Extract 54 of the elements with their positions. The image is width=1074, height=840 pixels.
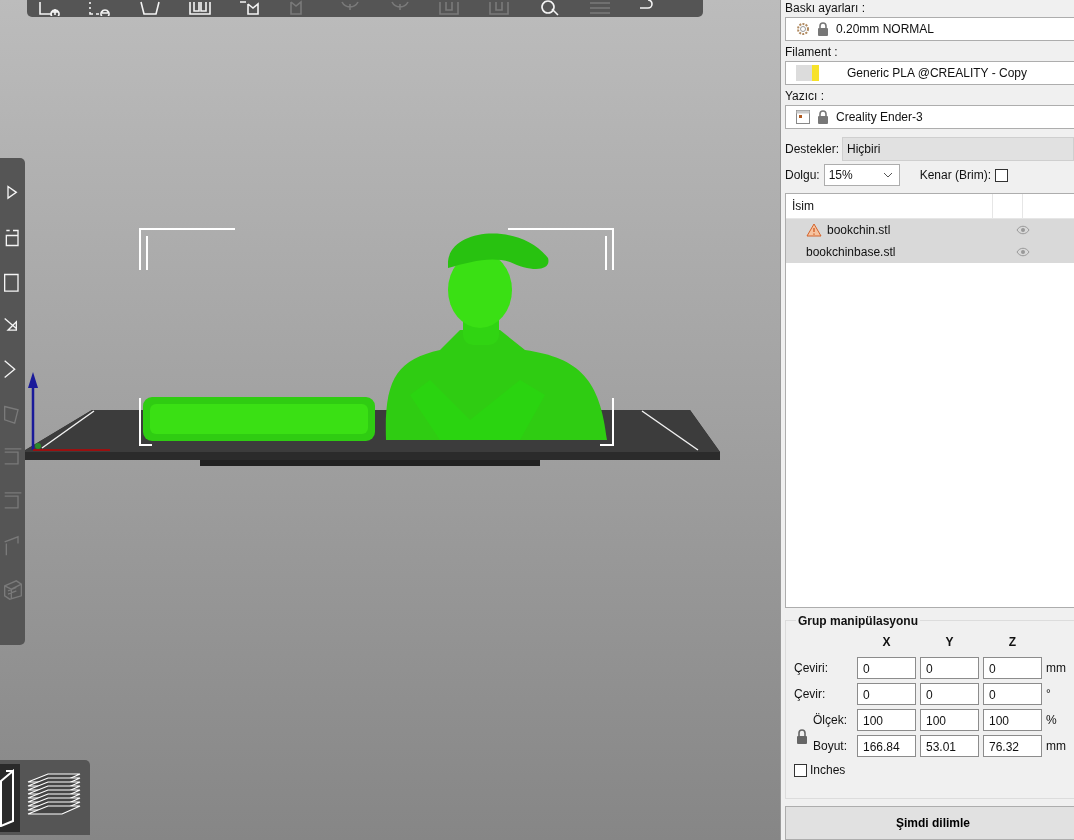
axis-label: X [881, 635, 892, 652]
chevron-down-icon [882, 172, 893, 179]
unit-label: mm [1046, 661, 1067, 676]
field-label: Ölçek: [812, 713, 848, 728]
input-field[interactable]: 166.84 [857, 735, 916, 758]
group-title: Grup manipülasyonu [796, 614, 920, 629]
slice-button[interactable]: Şimdi dilimle [785, 806, 1074, 840]
printer-dropdown[interactable]: Creality Ender-3 [785, 105, 1074, 130]
field-label: Kenar (Brim): [919, 168, 992, 183]
field-label: Yazıcı : [785, 88, 826, 105]
unit-label: % [1046, 713, 1058, 728]
file-name: bookchin.stl [827, 223, 891, 238]
file-name: bookchinbase.stl [806, 245, 896, 260]
field-label: Filament : [785, 44, 839, 61]
input-field[interactable]: 0 [857, 683, 916, 706]
gear-icon [796, 22, 810, 37]
checkbox[interactable] [995, 168, 1009, 182]
list-row[interactable]: bookchin.stl [786, 219, 1074, 242]
input-field[interactable]: 100 [983, 709, 1042, 732]
field-label: Çeviri: [794, 661, 829, 676]
filament-dropdown[interactable]: Generic PLA @CREALITY - Copy [785, 61, 1074, 86]
printer-icon [796, 110, 810, 125]
axis-label: Z [1007, 635, 1018, 652]
input-field[interactable]: 76.32 [983, 735, 1042, 758]
field-label: Baskı ayarları : [785, 0, 867, 16]
field-label: Destekler: [785, 142, 840, 157]
field-label: Boyut: [812, 739, 849, 754]
column-header[interactable]: İsim [786, 194, 993, 219]
infill-dropdown[interactable]: 15% [823, 164, 900, 187]
checkbox[interactable] [794, 763, 807, 777]
input-field[interactable]: 0 [983, 683, 1042, 706]
input-field[interactable]: 53.01 [920, 735, 979, 758]
input-field[interactable]: 0 [983, 657, 1042, 680]
list-row[interactable]: bookchinbase.stl [786, 241, 1074, 264]
input-field[interactable]: 100 [857, 709, 916, 732]
supports-dropdown[interactable]: Hiçbiri [842, 137, 1074, 162]
print-settings-dropdown[interactable]: 0.20mm NORMAL [785, 17, 1074, 42]
warning-icon [806, 223, 822, 238]
input-field[interactable]: 100 [920, 709, 979, 732]
lock-icon [817, 22, 829, 37]
axis-label: Y [944, 635, 955, 652]
input-field[interactable]: 0 [920, 683, 979, 706]
lock-icon [817, 110, 829, 125]
checkbox-label: Inches [810, 763, 846, 778]
lock-icon[interactable] [796, 729, 808, 745]
unit-label: ° [1046, 687, 1052, 702]
field-label: Çevir: [794, 687, 827, 702]
3d-view-button[interactable] [0, 763, 20, 832]
filament-swatch-icon [796, 65, 820, 82]
field-label: Dolgu: [785, 168, 820, 183]
input-field[interactable]: 0 [857, 657, 916, 680]
input-field[interactable]: 0 [920, 657, 979, 680]
unit-label: mm [1046, 739, 1067, 754]
cube-icon [0, 768, 14, 827]
